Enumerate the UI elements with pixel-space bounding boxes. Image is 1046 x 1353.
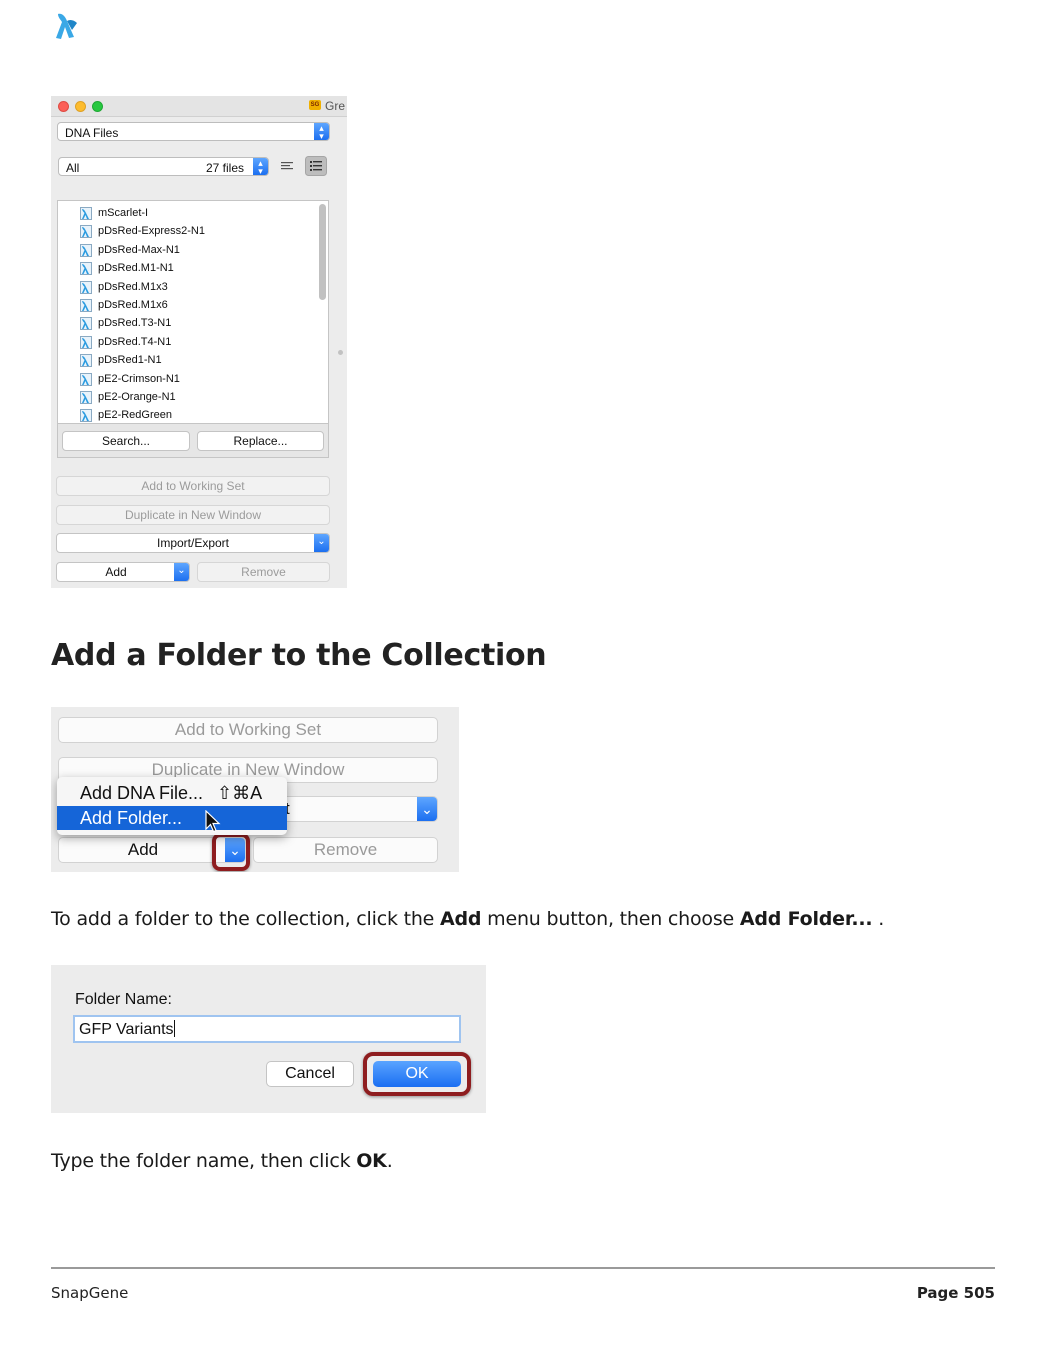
file-name: pDsRed-Express2-N1 [98,225,205,238]
menu-item-shortcut: ⇧⌘A [217,783,263,803]
filter-popup[interactable]: All 27 files ▴ ▾ [58,157,269,176]
file-name: pDsRed-Max-N1 [98,243,180,256]
folder-name-value: GFP Variants [79,1021,174,1038]
instruction-type-name: Type the folder name, then click OK. [51,1150,393,1172]
highlight-ring [212,833,250,871]
file-type-popup-label: DNA Files [65,126,119,140]
file-name: pDsRed.M1x6 [98,299,168,311]
splitter-handle-icon[interactable] [338,350,343,355]
popup-stepper-icon: ▴ ▾ [314,123,329,141]
window-title: Gre [325,99,346,113]
import-export-popup[interactable]: Import/Export ⌄ [56,533,330,553]
dna-file-icon [80,280,92,294]
folder-name-label: Folder Name: [75,991,172,1008]
filter-popup-label: All [66,161,80,175]
dna-file-icon [80,225,92,239]
snapgene-badge-icon: SG [309,100,321,110]
file-name: pDsRed.M1x3 [98,280,168,293]
zoom-window-icon[interactable] [92,101,103,112]
instruction-text: . [386,1150,393,1172]
dna-file-icon [80,262,92,276]
file-list[interactable]: mScarlet-I pDsRed-Express2-N1 pDsRed-Max-N… [57,200,329,424]
dna-file-icon [80,299,92,312]
instruction-text: . [872,908,885,930]
chevron-down-icon[interactable]: ⌄ [174,563,189,581]
instruction-add-folder: To add a folder to the collection, click… [51,908,884,930]
file-name: pDsRed.T3-N1 [98,317,172,330]
window-titlebar: SG Gre [51,96,347,117]
footer-product-name: SnapGene [51,1284,129,1302]
file-name: pDsRed.M1-N1 [98,262,174,275]
instruction-text: menu button, then choose [481,908,740,930]
add-button-label: Add [105,565,127,579]
dna-file-icon [80,409,92,423]
file-name: pE2-Orange-N1 [98,391,176,403]
file-name: mScarlet-I [98,207,149,219]
add-menu-button[interactable]: Add ⌄ [56,562,190,582]
add-menu-screenshot: Add to Working Set Duplicate in New Wind… [51,707,459,872]
instruction-bold-ok: OK [356,1150,387,1172]
remove-button[interactable]: Remove [253,837,438,863]
replace-button[interactable]: Replace... [197,431,324,451]
instruction-text: To add a folder to the collection, click… [51,908,441,930]
import-export-label: Import/Export [156,536,230,550]
scrollbar-thumb[interactable] [319,204,326,300]
instruction-text: Type the folder name, then click [51,1150,357,1172]
instruction-bold-add: Add [440,908,482,930]
menu-item-add-folder[interactable]: Add Folder... [57,806,287,830]
highlight-ring [363,1052,471,1096]
chevron-down-icon: ⌄ [314,534,329,552]
file-list-scrollbar[interactable] [319,203,326,421]
instruction-bold-add-folder: Add Folder... [739,908,873,930]
menu-item-add-dna-file[interactable]: Add DNA File... ⇧⌘A [57,781,287,805]
text-caret [173,1020,175,1037]
add-to-working-set-button[interactable]: Add to Working Set [58,717,438,743]
cancel-button[interactable]: Cancel [266,1061,354,1087]
menu-item-label: Add DNA File... [80,783,204,803]
folder-name-dialog-screenshot: Folder Name: GFP Variants Cancel OK [51,965,486,1113]
file-name: pE2-Crimson-N1 [98,372,180,385]
section-heading: Add a Folder to the Collection [51,638,547,673]
close-window-icon[interactable] [58,101,69,112]
dna-file-icon [80,243,92,257]
add-button-label: Add [127,840,159,859]
add-to-working-set-button[interactable]: Add to Working Set [56,476,330,496]
dna-file-icon [80,335,92,349]
dna-file-icon [80,317,92,331]
dna-file-icon [80,207,92,220]
dna-file-icon [80,372,92,386]
file-name: pDsRed1-N1 [98,354,162,367]
chevron-down-icon: ⌄ [417,797,437,821]
snapgene-logo-icon [56,13,77,39]
file-count: 27 files [206,161,245,175]
footer-page-number: Page 505 [916,1284,995,1302]
dna-file-icon [80,391,92,404]
footer-divider [51,1267,995,1269]
popup-stepper-icon: ▴ ▾ [253,158,268,176]
dna-file-icon [80,354,92,368]
file-type-popup[interactable]: DNA Files ▴ ▾ [57,122,330,141]
list-view-icon[interactable] [280,159,294,173]
detail-view-icon[interactable] [305,156,327,176]
menu-item-label: Add Folder... [80,808,183,828]
folder-name-input[interactable]: GFP Variants [73,1015,461,1043]
file-name: pE2-RedGreen [98,409,172,422]
minimize-window-icon[interactable] [75,101,86,112]
search-button[interactable]: Search... [62,431,190,451]
duplicate-in-new-window-button[interactable]: Duplicate in New Window [56,505,330,525]
file-name: pDsRed.T4-N1 [98,335,172,348]
collection-window-screenshot: SG Gre DNA Files ▴ ▾ All 27 files ▴ ▾ mSca… [51,96,347,588]
mouse-pointer-icon [205,810,221,833]
add-dropdown-menu: Add DNA File... ⇧⌘A Add Folder... [57,777,287,835]
remove-button[interactable]: Remove [197,562,330,582]
